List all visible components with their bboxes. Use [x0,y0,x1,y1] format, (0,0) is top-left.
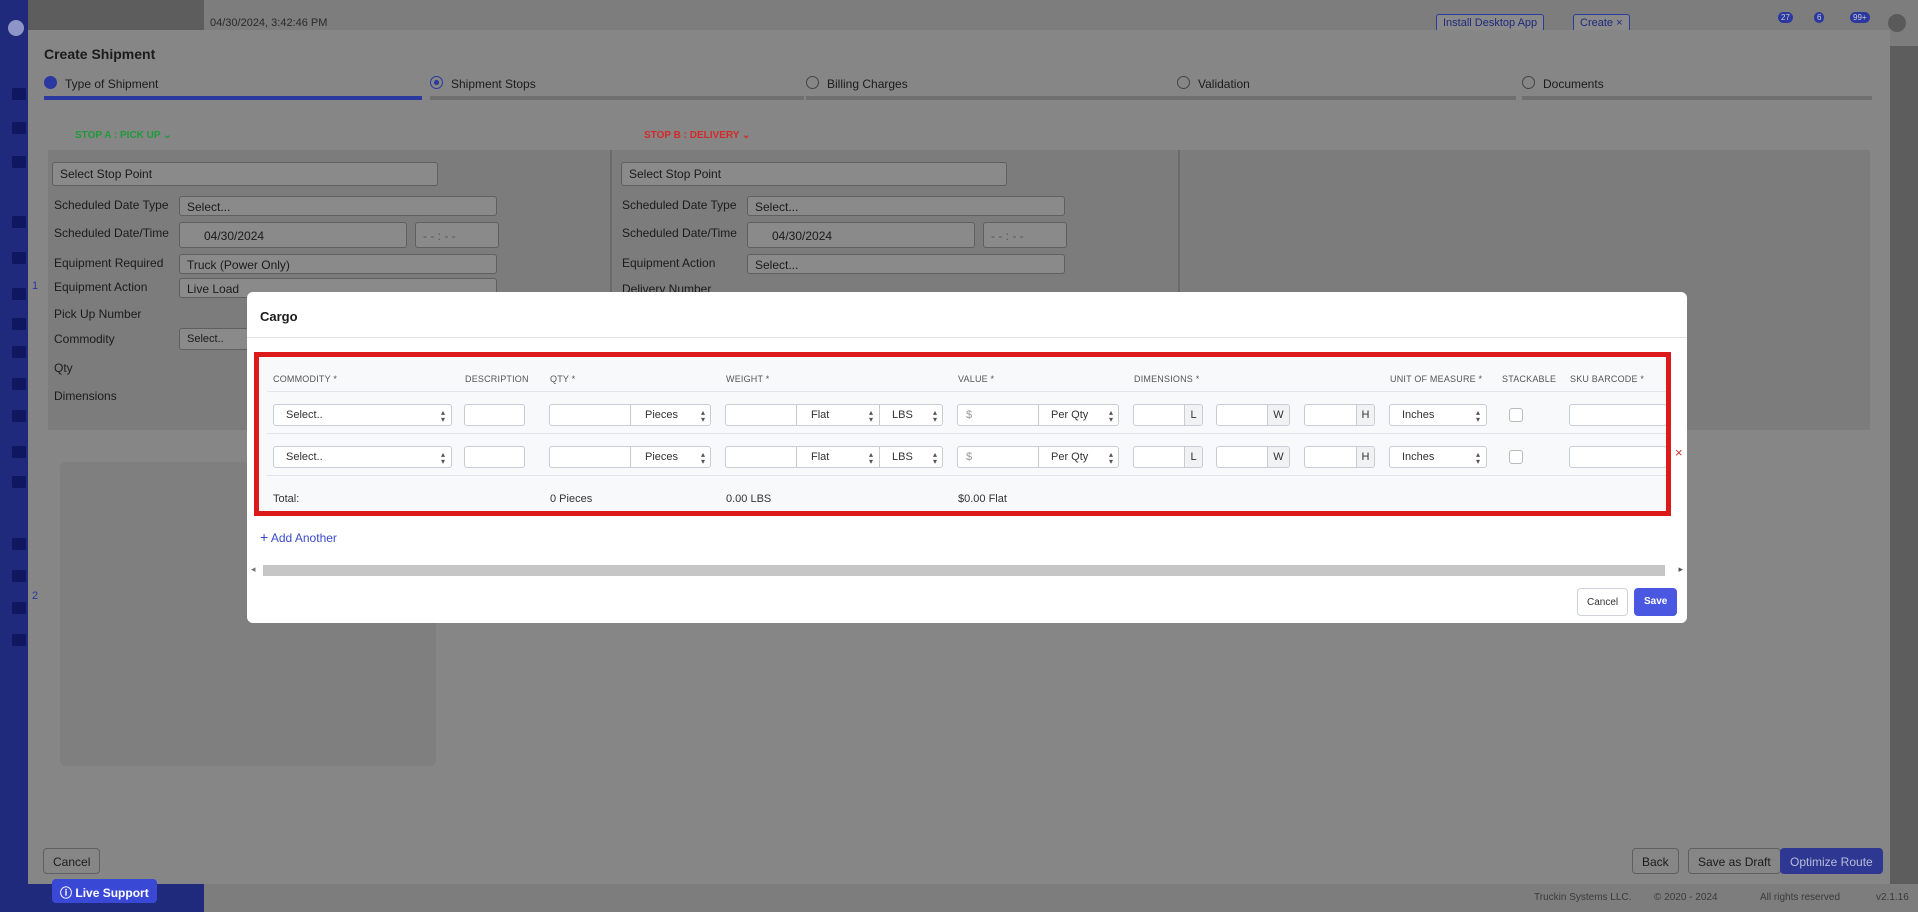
cancel-button[interactable]: Cancel [43,848,101,874]
save-as-draft-button[interactable]: Save as Draft [1688,848,1781,874]
modal-cancel-button[interactable]: Cancel [1577,588,1629,616]
left-nav [0,0,28,912]
empty-circle-icon [1177,76,1190,89]
star-icon[interactable] [12,88,26,100]
check-circle-icon [44,76,57,89]
modal-save-button[interactable]: Save [1634,588,1678,616]
documents-icon[interactable] [12,602,26,614]
add-another-button[interactable]: + Add Another [260,529,337,545]
stop-divider [1178,150,1180,310]
radio-circle-icon [430,76,443,89]
field-label: Scheduled Date Type [622,198,737,212]
map-pin-icon[interactable] [12,346,26,358]
highlight-box [254,352,1671,516]
divider [247,337,1687,338]
badge-alerts: 99+ [1850,12,1870,23]
badge-notifications: 6 [1814,12,1825,23]
settings-icon[interactable] [12,634,26,646]
step-label: Documents [1543,77,1604,91]
avatar[interactable] [1888,14,1906,32]
field-label: Scheduled Date Type [54,198,169,212]
stop-a-time-input[interactable]: - - : - - [415,222,499,248]
stop-b-stop-point-select[interactable]: Select Stop Point [621,162,1007,186]
shield-icon[interactable] [12,318,26,330]
live-support-button[interactable]: ⓘ Live Support [52,879,157,903]
step-billing-charges[interactable]: Billing Charges [806,76,1180,100]
footer-company: Truckin Systems LLC. [1534,892,1632,903]
stop-b-header[interactable]: STOP B : DELIVERY ⌄ [644,130,750,141]
stop-a-equipment-required-select[interactable]: Truck (Power Only) [179,254,497,274]
stop-a-header[interactable]: STOP A : PICK UP ⌄ [75,130,172,141]
fleet-icon[interactable] [12,288,26,300]
clock-timestamp: 04/30/2024, 3:42:46 PM [210,17,328,29]
field-label: Commodity [54,332,115,346]
footer-version: v2.1.16 [1876,892,1909,903]
fuel-icon[interactable] [12,570,26,582]
page-title: Create Shipment [44,46,156,62]
step-label: Validation [1198,77,1250,91]
field-label: Qty [54,361,73,375]
dispatch-icon[interactable] [12,216,26,228]
stop-a-date-input[interactable]: 04/30/2024 [179,222,407,248]
reports-icon[interactable] [12,476,26,488]
row-number: 1 [32,280,39,292]
wrench-icon[interactable] [12,538,26,550]
step-shipment-stops[interactable]: Shipment Stops [430,76,804,100]
row-number: 2 [32,590,39,602]
stop-a-stop-point-select[interactable]: Select Stop Point [52,162,438,186]
stop-b-equipment-action-select[interactable]: Select... [747,254,1065,274]
stop-b-time-input[interactable]: - - : - - [983,222,1067,248]
scroll-right-icon[interactable]: ▸ [1678,564,1683,575]
stop-b-date-input[interactable]: 04/30/2024 [747,222,975,248]
field-label: Equipment Action [622,256,716,270]
remove-row-icon[interactable]: × [1675,445,1683,460]
step-label: Billing Charges [827,77,908,91]
truck-icon[interactable] [12,252,26,264]
stop-b-date-type-select[interactable]: Select... [747,196,1065,216]
stop-a-commodity-select[interactable]: Select.. [179,328,249,350]
scroll-left-icon[interactable]: ◂ [251,564,256,575]
horizontal-scrollbar[interactable]: ◂ ▸ [251,564,1683,576]
cargo-modal: Cargo COMMODITY * DESCRIPTION QTY * WEIG… [247,292,1687,623]
empty-circle-icon [1522,76,1535,89]
scrollbar-thumb[interactable] [263,565,1665,576]
step-validation[interactable]: Validation [1177,76,1516,100]
badge-messages: 27 [1778,12,1793,23]
step-label: Shipment Stops [451,77,536,91]
dashboard-icon[interactable] [12,122,26,134]
loads-icon[interactable] [12,156,26,168]
field-label: Equipment Required [54,256,164,270]
optimize-route-button[interactable]: Optimize Route [1780,848,1883,874]
empty-circle-icon [806,76,819,89]
back-button[interactable]: Back [1632,848,1679,874]
step-label: Type of Shipment [65,77,159,91]
field-label: Pick Up Number [54,307,142,321]
modal-title: Cargo [260,309,298,324]
stop-a-date-type-select[interactable]: Select... [179,196,497,216]
step-documents[interactable]: Documents [1522,76,1872,100]
footer-copyright: © 2020 - 2024 [1654,892,1718,903]
users-icon[interactable] [12,378,26,390]
field-label: Dimensions [54,389,117,403]
field-label: Equipment Action [54,280,148,294]
field-label: Scheduled Date/Time [54,226,169,240]
footer-bar: Truckin Systems LLC. © 2020 - 2024 All r… [204,884,1918,912]
plus-icon: + [260,529,269,545]
field-label: Scheduled Date/Time [622,226,737,240]
dollar-icon[interactable] [12,410,26,422]
help-circle-icon: ⓘ [60,886,73,900]
footer-rights: All rights reserved [1760,892,1841,903]
billing-icon[interactable] [12,446,26,458]
logo-icon [8,20,24,36]
step-type-of-shipment[interactable]: Type of Shipment [44,76,422,100]
